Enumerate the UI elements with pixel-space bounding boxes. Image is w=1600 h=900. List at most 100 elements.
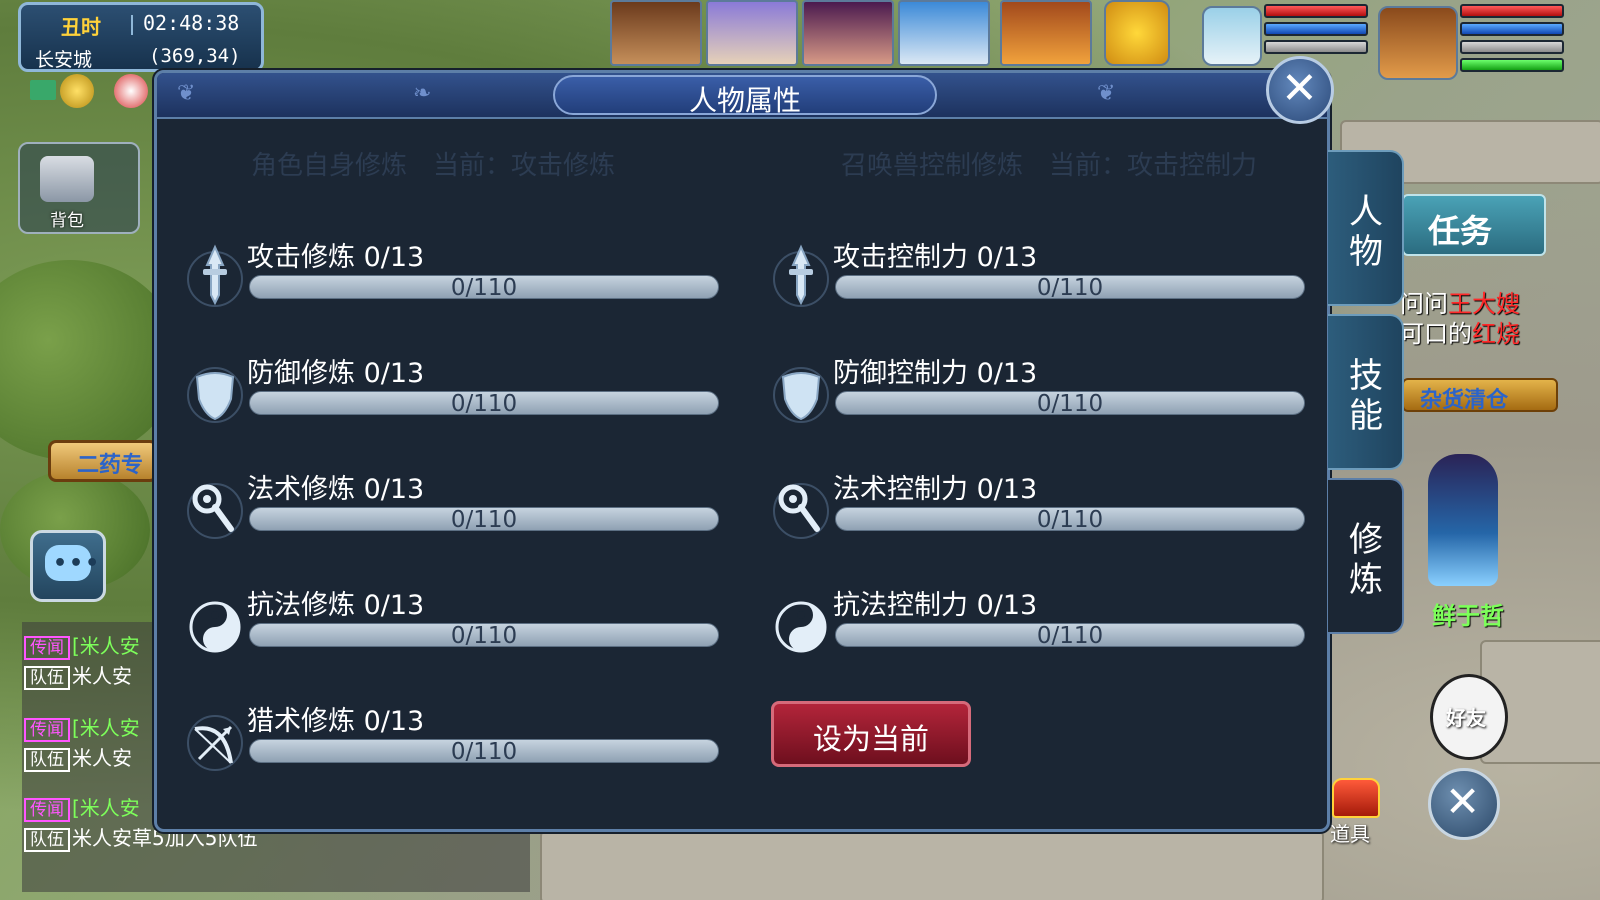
cultivation-level-label: 抗法修炼 0/13 [247,590,425,621]
shield-icon [771,359,831,425]
chat-channel-tag: 传闻 [24,636,70,660]
progress-value: 0/110 [450,391,518,417]
cultivation-row[interactable]: 防御控制力 0/13 0/110 [771,351,1311,447]
task-tab[interactable]: 任务 [1402,194,1546,256]
tab-character[interactable]: 人物 [1328,150,1404,306]
set-current-button[interactable]: 设为当前 [771,701,971,767]
team-member-portrait[interactable] [898,0,990,66]
menu-collapse-button[interactable]: ✕ [1428,768,1500,840]
cultivation-level-label: 防御控制力 0/13 [833,358,1038,389]
time-location-panel[interactable]: 丑时 02:48:38 长安城 (369,34) [18,2,264,72]
dialog-title: 人物属性 [688,84,801,117]
compass-icon[interactable] [114,74,148,108]
cultivation-row[interactable]: 猎术修炼 0/13 0/110 [185,699,725,795]
chat-message: 米人安 [72,746,132,770]
npc-sign-label: 二药专 [77,453,144,478]
chat-message: [米人安 [72,716,140,740]
dialog-close-button[interactable]: ✕ [1266,56,1334,124]
chat-line: 队伍 米人安 [24,660,132,690]
staff-icon [185,475,245,541]
pet-portrait[interactable] [1104,0,1170,66]
sword-icon [185,243,245,309]
chat-line: 队伍 米人安 [24,742,132,772]
npc-sign[interactable]: 二药专 [48,440,158,482]
items-button[interactable]: 道具 [1322,774,1388,846]
hp-bar [1264,4,1368,18]
team-member-portrait[interactable] [706,0,798,66]
cultivation-progress-bar: 0/110 [249,507,719,533]
cultivation-progress-bar: 0/110 [835,275,1305,301]
map-icon[interactable] [30,80,56,100]
cultivation-level-label: 抗法控制力 0/13 [833,590,1038,621]
cultivation-progress-bar: 0/110 [835,391,1305,417]
cultivation-level-label: 法术控制力 0/13 [833,474,1038,505]
bag-icon [40,156,94,202]
chat-channel-tag: 队伍 [24,666,70,690]
tab-skills-label: 技能 [1349,356,1383,436]
anger-bar [1264,40,1368,54]
player-character[interactable] [1428,454,1498,586]
cultivation-level-label: 攻击修炼 0/13 [247,242,425,273]
friends-button[interactable]: 好友 [1422,654,1522,764]
self-cultivation-heading: 角色自身修炼 当前：攻击修炼 [251,151,616,181]
cultivation-level-label: 猎术修炼 0/13 [247,706,425,737]
chat-message: 米人安 [72,664,132,688]
character-attributes-dialog: ❦ ❧ ❦ 人物属性 角色自身修炼 当前：攻击修炼 召唤兽控制修炼 当前：攻击控… [154,70,1330,832]
player-portrait[interactable] [1202,6,1262,66]
summon-hp-bar [1460,4,1564,18]
cultivation-progress-bar: 0/110 [835,623,1305,649]
tab-character-label: 人物 [1349,192,1383,272]
progress-value: 0/110 [450,623,518,649]
items-label: 道具 [1330,822,1370,846]
summon-control-heading: 召唤兽控制修炼 当前：攻击控制力 [841,151,1258,181]
cultivation-row[interactable]: 法术控制力 0/13 0/110 [771,467,1311,563]
progress-value: 0/110 [1036,507,1104,533]
gold-icon[interactable] [60,74,94,108]
chat-message: [米人安 [72,796,140,820]
cultivation-progress-bar: 0/110 [835,507,1305,533]
ornament-icon: ❧ [413,81,432,106]
shop-banner[interactable]: 杂货清仓 [1402,378,1558,413]
quest-tracker-line[interactable]: 可口的红烧 [1400,314,1520,349]
yinyang-icon [185,591,245,657]
bag-button[interactable]: 背包 [18,142,140,234]
ornament-icon: ❦ [177,81,196,106]
team-member-portrait[interactable] [610,0,702,66]
chat-line: 传闻 [米人安 [24,630,140,660]
close-icon: ✕ [1281,63,1318,114]
team-member-portrait[interactable] [802,0,894,66]
sword-icon [771,243,831,309]
tab-cultivation[interactable]: 修炼 [1328,478,1404,634]
cultivation-row[interactable]: 攻击控制力 0/13 0/110 [771,235,1311,331]
cultivation-row[interactable]: 抗法控制力 0/13 0/110 [771,583,1311,679]
cultivation-row[interactable]: 抗法修炼 0/13 0/110 [185,583,725,679]
task-tab-label: 任务 [1428,212,1493,250]
chat-button[interactable]: ••• [30,530,106,602]
team-member-portrait[interactable] [1000,0,1092,66]
progress-value: 0/110 [450,275,518,301]
tab-cultivation-label: 修炼 [1349,520,1383,600]
set-current-label: 设为当前 [812,722,929,756]
chat-line: 传闻 [米人安 [24,712,140,742]
shop-banner-label: 杂货清仓 [1420,388,1509,413]
cultivation-progress-bar: 0/110 [249,391,719,417]
chat-channel-tag: 队伍 [24,748,70,772]
location-name: 长安城 [35,49,93,71]
treasure-chest-icon [1332,778,1380,818]
cultivation-progress-bar: 0/110 [249,623,719,649]
dialog-header: ❦ ❧ ❦ 人物属性 [157,73,1327,119]
cultivation-row[interactable]: 防御修炼 0/13 0/110 [185,351,725,447]
bow-icon [185,707,245,773]
cultivation-progress-bar: 0/110 [249,275,719,301]
tab-skills[interactable]: 技能 [1328,314,1404,470]
cultivation-row[interactable]: 法术修炼 0/13 0/110 [185,467,725,563]
cultivation-level-label: 攻击控制力 0/13 [833,242,1038,273]
close-icon: ✕ [1445,777,1481,826]
summon-portrait[interactable] [1378,6,1458,80]
yinyang-icon [771,591,831,657]
cultivation-row[interactable]: 攻击修炼 0/13 0/110 [185,235,725,331]
game-time: 02:48:38 [143,11,240,35]
ornament-icon: ❦ [1097,81,1116,106]
chat-line: 传闻 [米人安 [24,792,140,822]
chinese-hour: 丑时 [61,15,101,39]
